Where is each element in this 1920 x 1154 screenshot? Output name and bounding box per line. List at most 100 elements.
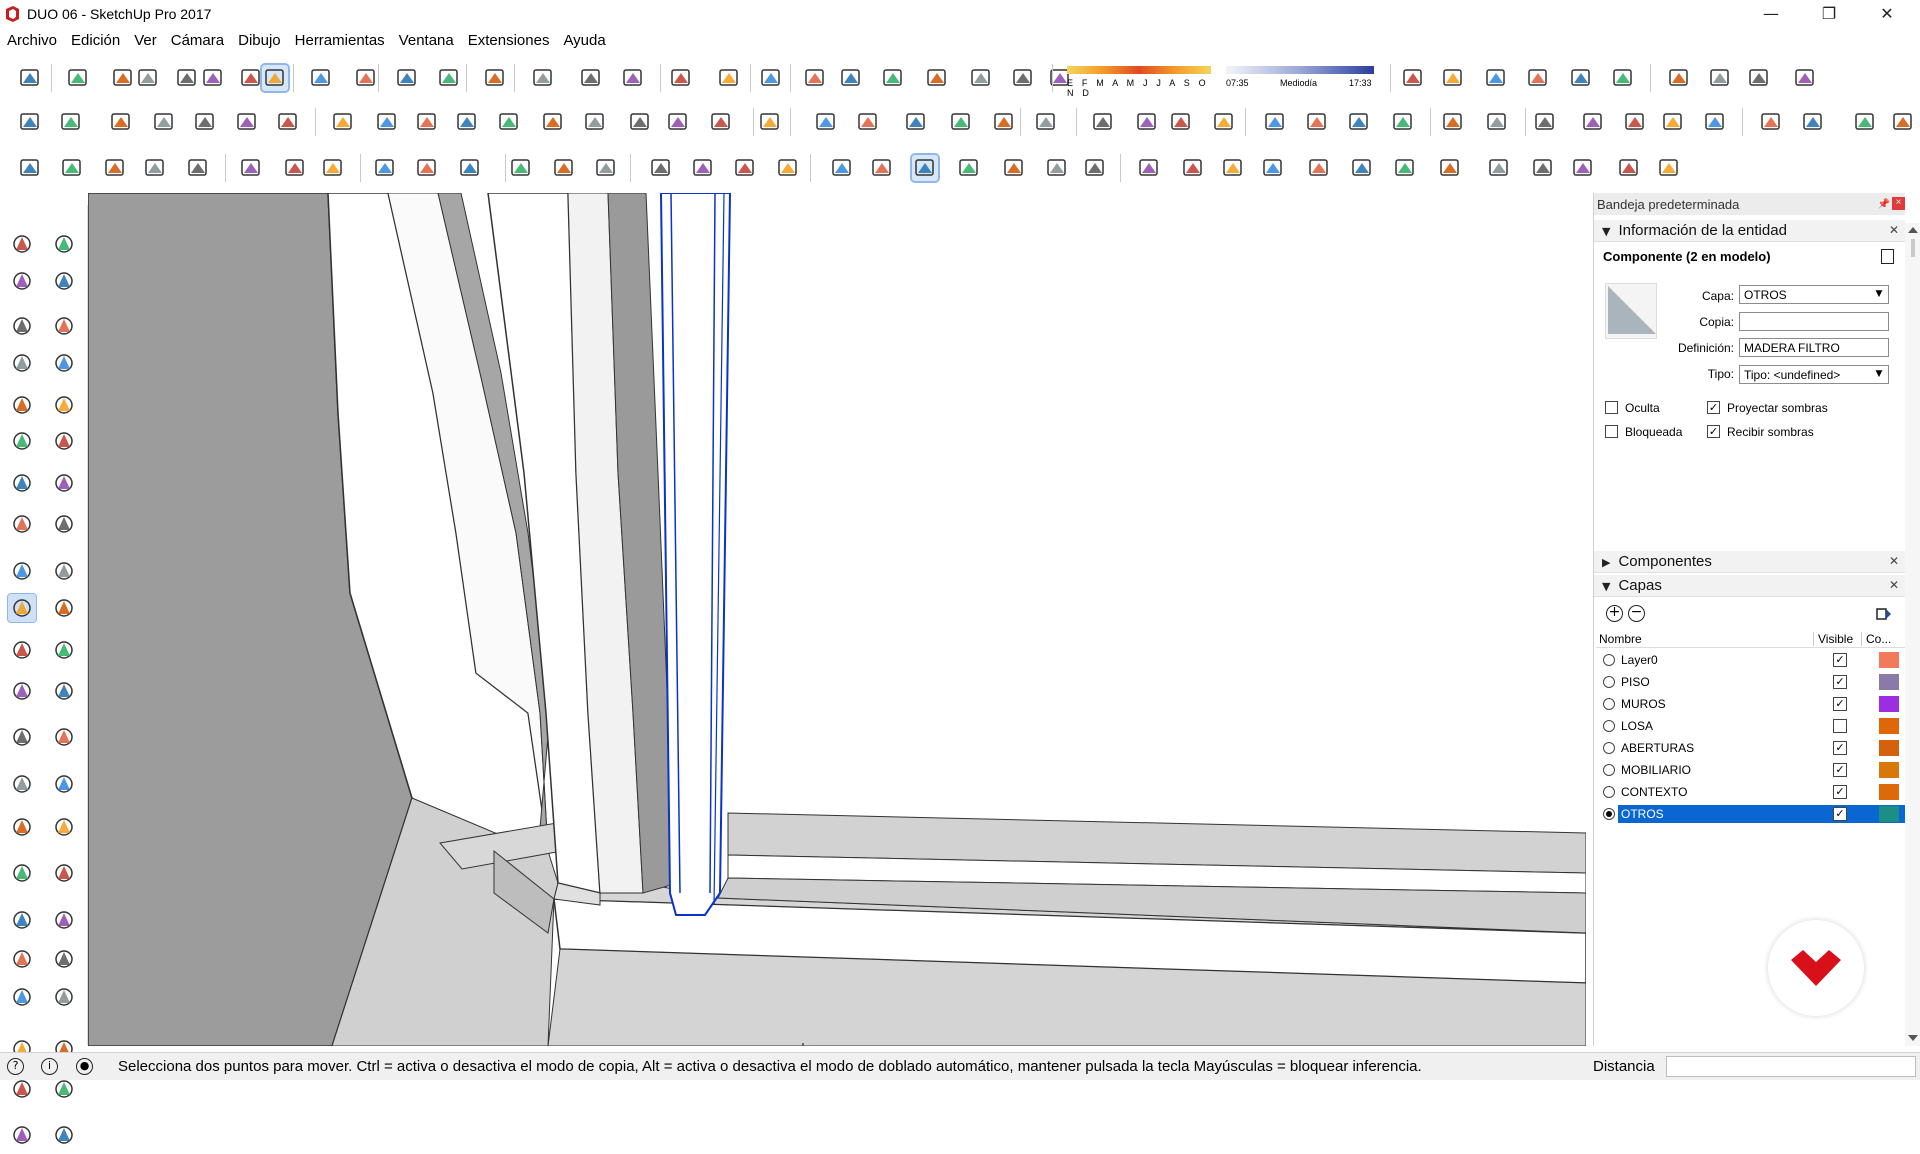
left-tool-icon[interactable] (8, 1121, 36, 1149)
toolbar3-tool-icon[interactable] (1392, 155, 1418, 181)
layer-name[interactable]: MUROS (1618, 695, 1788, 713)
instance-field[interactable] (1739, 312, 1889, 331)
toolbar2-tool-icon[interactable] (855, 109, 881, 135)
left-tool-icon[interactable] (50, 391, 78, 419)
left-tool-icon[interactable] (50, 557, 78, 585)
left-tool-icon[interactable] (8, 557, 36, 585)
left-tool-icon[interactable] (8, 906, 36, 934)
toolbar1-tool-icon[interactable] (238, 65, 264, 91)
toolbar3-tool-icon[interactable] (17, 155, 43, 181)
layer-row[interactable]: MUROS ✓ (1596, 695, 1905, 713)
toolbar2-tool-icon[interactable] (1090, 109, 1116, 135)
left-tool-icon[interactable] (50, 1121, 78, 1149)
layer-visible-checkbox[interactable]: ✓ (1833, 763, 1847, 777)
toolbar2-tool-icon[interactable] (627, 109, 653, 135)
toolbar1-tool-icon[interactable] (436, 65, 462, 91)
toolbar3-tool-icon[interactable] (593, 155, 619, 181)
toolbar3-tool-icon[interactable] (956, 155, 982, 181)
toolbar3-tool-icon[interactable] (690, 155, 716, 181)
close-button[interactable]: ✕ (1864, 0, 1910, 28)
menu-dibujo[interactable]: Dibujo (231, 30, 288, 52)
toolbar2-tool-icon[interactable] (1758, 109, 1784, 135)
toolbar1-tool-icon[interactable] (1666, 65, 1692, 91)
active-layer-radio[interactable] (1603, 654, 1615, 666)
toolbar1-tool-icon[interactable] (1483, 65, 1509, 91)
layer-row[interactable]: ABERTURAS ✓ (1596, 739, 1905, 757)
toolbar2-tool-icon[interactable] (1890, 109, 1916, 135)
drawing-viewport[interactable] (88, 193, 1586, 1046)
components-header[interactable]: ▶ Componentes ✕ (1594, 551, 1905, 573)
toolbar2-tool-icon[interactable] (496, 109, 522, 135)
panel-close-icon[interactable]: ✕ (1889, 578, 1899, 592)
left-tool-icon[interactable] (8, 813, 36, 841)
toolbar1-tool-icon[interactable] (578, 65, 604, 91)
layer-color-swatch[interactable] (1879, 674, 1899, 690)
active-layer-radio[interactable] (1603, 764, 1615, 776)
toolbar2-tool-icon[interactable] (454, 109, 480, 135)
toolbar3-tool-icon[interactable] (551, 155, 577, 181)
selected-component[interactable] (659, 193, 732, 916)
left-tool-icon[interactable] (8, 469, 36, 497)
left-tool-icon[interactable] (8, 267, 36, 295)
left-tool-icon[interactable] (50, 945, 78, 973)
toolbar2-tool-icon[interactable] (1168, 109, 1194, 135)
active-layer-radio[interactable] (1603, 676, 1615, 688)
menu-herramientas[interactable]: Herramientas (288, 30, 392, 52)
toolbar3-tool-icon[interactable] (1136, 155, 1162, 181)
toolbar2-tool-icon[interactable] (813, 109, 839, 135)
toolbar1-tool-icon[interactable] (394, 65, 420, 91)
left-tool-icon[interactable] (8, 391, 36, 419)
toolbar1-tool-icon[interactable] (1525, 65, 1551, 91)
toolbar3-tool-icon[interactable] (869, 155, 895, 181)
left-tool-icon[interactable] (8, 349, 36, 377)
toolbar1-tool-icon[interactable] (110, 65, 136, 91)
layer-visible-checkbox[interactable]: ✓ (1833, 653, 1847, 667)
toolbar2-tool-icon[interactable] (374, 109, 400, 135)
left-tool-icon[interactable] (50, 427, 78, 455)
left-tool-icon[interactable] (8, 723, 36, 751)
toolbar3-tool-icon[interactable] (648, 155, 674, 181)
toolbar1-tool-icon[interactable] (308, 65, 334, 91)
toolbar1-tool-icon[interactable] (620, 65, 646, 91)
layer-row[interactable]: OTROS ✓ (1596, 805, 1905, 823)
col-color[interactable]: Co... (1861, 632, 1891, 646)
left-tool-icon[interactable] (50, 983, 78, 1011)
toolbar2-tool-icon[interactable] (17, 109, 43, 135)
toolbar1-tool-icon[interactable] (968, 65, 994, 91)
locked-checkbox[interactable] (1605, 425, 1618, 438)
toolbar1-tool-icon[interactable] (260, 63, 290, 93)
layer-row[interactable]: CONTEXTO ✓ (1596, 783, 1905, 801)
left-tool-icon[interactable] (50, 510, 78, 538)
toolbar2-tool-icon[interactable] (903, 109, 929, 135)
toolbar2-tool-icon[interactable] (1702, 109, 1728, 135)
toolbar1-tool-icon[interactable] (482, 65, 508, 91)
layer-color-swatch[interactable] (1879, 696, 1899, 712)
toolbar3-tool-icon[interactable] (732, 155, 758, 181)
layer-name[interactable]: LOSA (1618, 717, 1788, 735)
layer-visible-checkbox[interactable]: ✓ (1833, 807, 1847, 821)
layer-visible-checkbox[interactable] (1833, 719, 1847, 733)
layer-name[interactable]: PISO (1618, 673, 1788, 691)
toolbar3-tool-icon[interactable] (1349, 155, 1375, 181)
toolbar3-tool-icon[interactable] (1656, 155, 1682, 181)
left-tool-icon[interactable] (8, 677, 36, 705)
layer-details-icon[interactable] (1876, 606, 1892, 622)
left-tool-icon[interactable] (8, 510, 36, 538)
left-tool-icon[interactable] (50, 230, 78, 258)
geolocation-icon[interactable]: ? (7, 1058, 24, 1075)
toolbar1-tool-icon[interactable] (65, 65, 91, 91)
layer-name[interactable]: MOBILIARIO (1618, 761, 1788, 779)
left-tool-icon[interactable] (50, 267, 78, 295)
toolbar3-tool-icon[interactable] (185, 155, 211, 181)
toolbar1-tool-icon[interactable] (200, 65, 226, 91)
layer-row[interactable]: PISO ✓ (1596, 673, 1905, 691)
left-tool-icon[interactable] (50, 594, 78, 622)
toolbar3-tool-icon[interactable] (1220, 155, 1246, 181)
toolbar1-tool-icon[interactable] (716, 65, 742, 91)
layer-row[interactable]: LOSA (1596, 717, 1905, 735)
col-name[interactable]: Nombre (1599, 632, 1642, 646)
toolbar1-tool-icon[interactable] (1568, 65, 1594, 91)
toolbar2-tool-icon[interactable] (1532, 109, 1558, 135)
toolbar2-tool-icon[interactable] (665, 109, 691, 135)
layer-color-swatch[interactable] (1879, 740, 1899, 756)
